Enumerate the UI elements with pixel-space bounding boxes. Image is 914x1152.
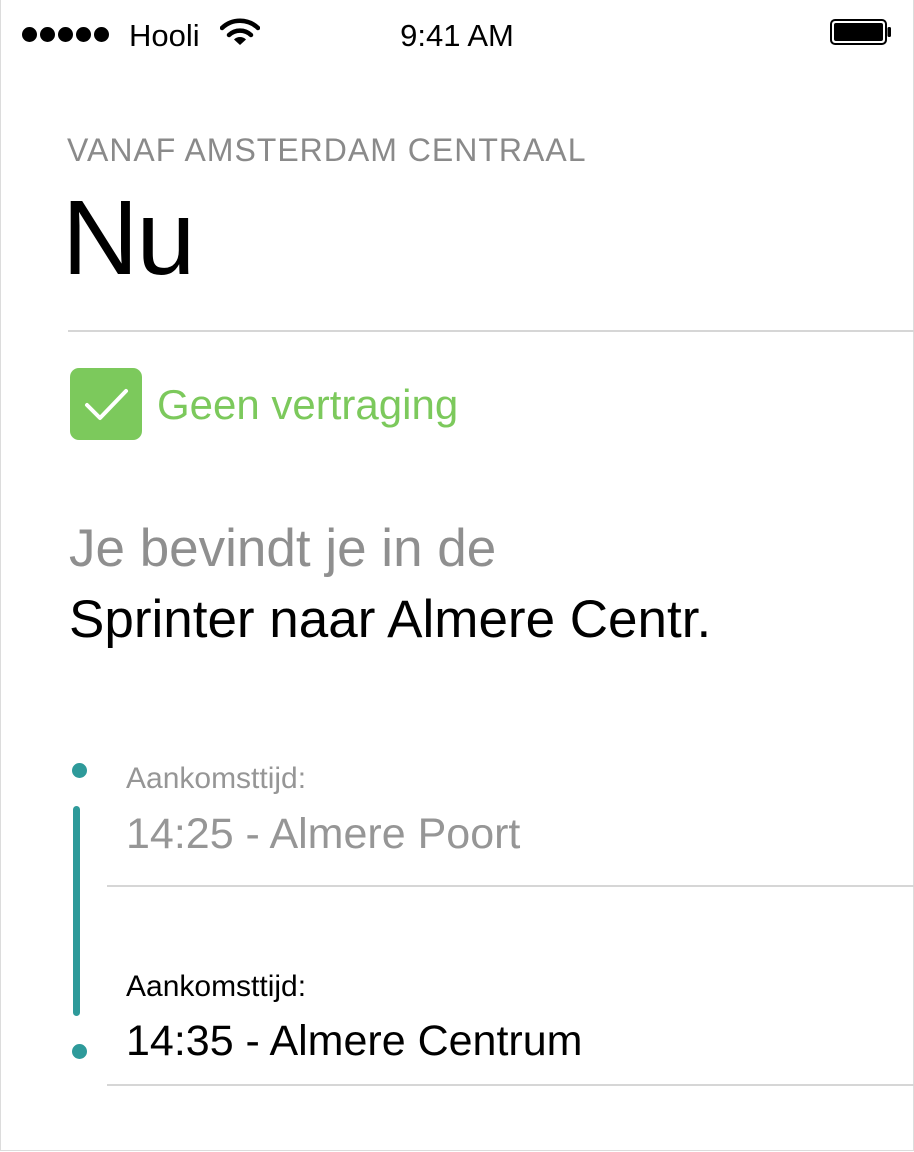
status-badge (70, 368, 142, 440)
location-lead-text: Je bevindt je in de (69, 519, 497, 578)
header-divider (68, 330, 914, 332)
stop-divider (107, 1084, 914, 1086)
arrival-time-value: 14:35 - Almere Centrum (126, 1017, 583, 1065)
arrival-time-value: 14:25 - Almere Poort (126, 810, 521, 858)
checkmark-icon (85, 389, 128, 420)
battery-icon (830, 19, 891, 45)
stop-divider (107, 885, 914, 887)
status-bar: Hooli 9:41 AM (0, 0, 914, 76)
timeline-progress-bar (73, 806, 80, 1016)
delay-status-text: Geen vertraging (157, 381, 459, 428)
current-train-name: Sprinter naar Almere Centr. (69, 590, 712, 649)
timeline-dot-past (72, 763, 87, 778)
arrival-time-label: Aankomsttijd: (126, 762, 307, 795)
clock: 9:41 AM (400, 18, 514, 53)
page-title: Nu (62, 179, 196, 297)
arrival-time-label: Aankomsttijd: (126, 970, 307, 1003)
origin-station-label: VANAF AMSTERDAM CENTRAAL (67, 132, 587, 168)
timeline-dot-upcoming (72, 1044, 87, 1059)
